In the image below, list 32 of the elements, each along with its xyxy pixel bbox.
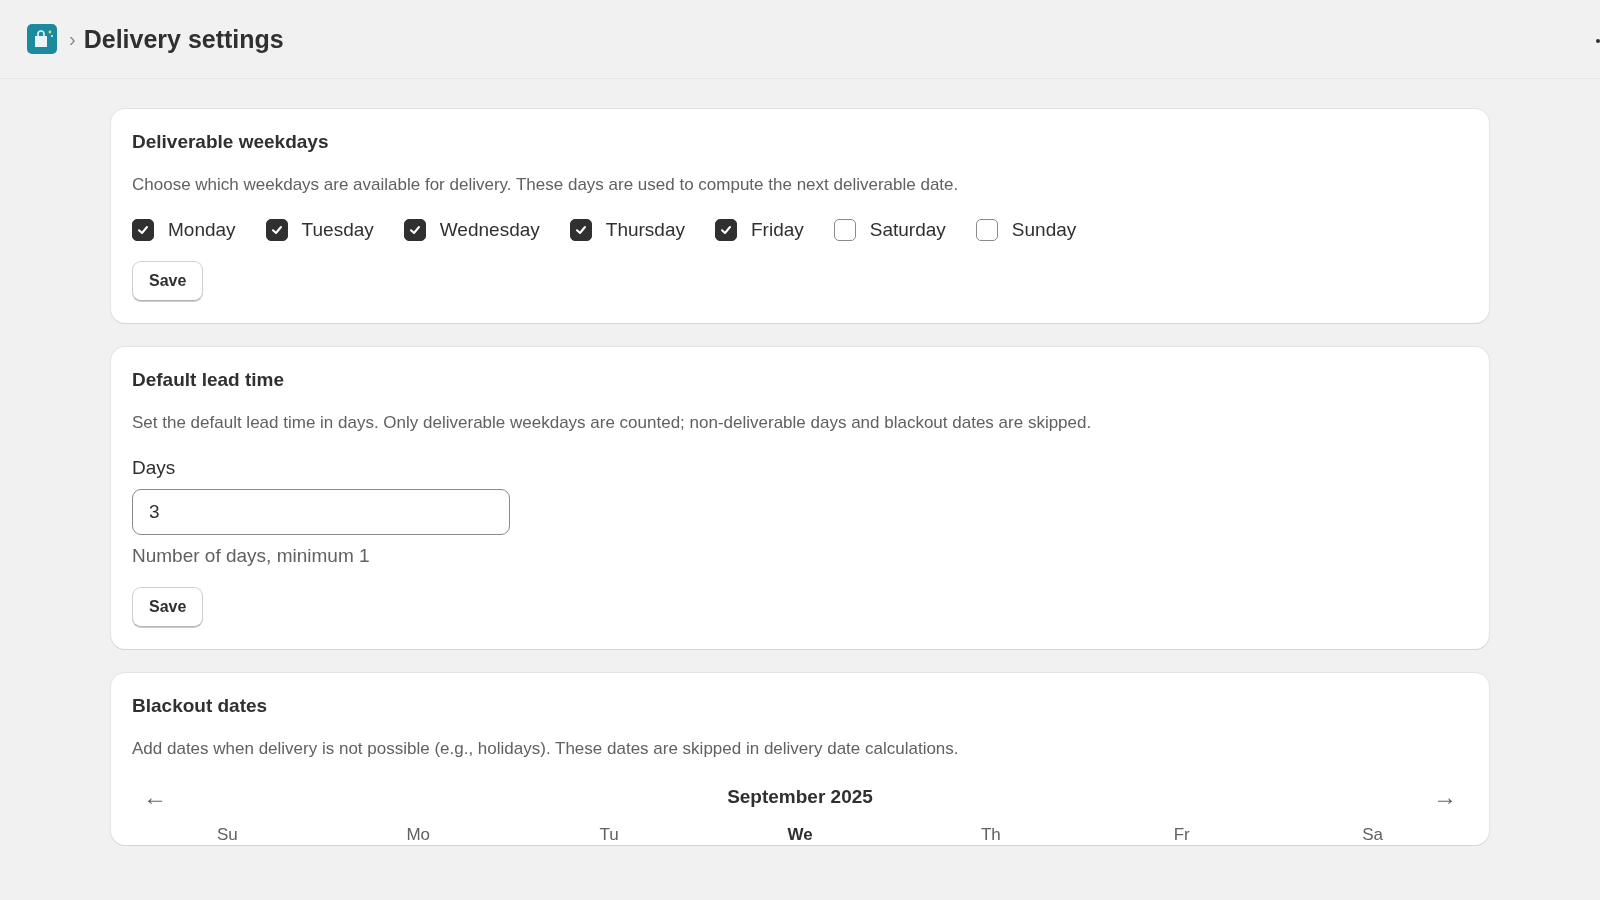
- help-text: Number of days, minimum 1: [132, 545, 371, 567]
- field-label: Days: [132, 457, 177, 479]
- weekday-checkbox[interactable]: Tuesday: [265, 219, 374, 241]
- days-input-field[interactable]: 3: [132, 489, 510, 535]
- page-title: Delivery settings: [83, 24, 284, 54]
- weekday-checkbox[interactable]: Monday: [132, 219, 236, 241]
- card-title: Default lead time: [132, 369, 286, 391]
- weekday-label: We: [786, 825, 814, 845]
- weekday-label: Sa: [1361, 825, 1384, 845]
- card-description: Set the default lead time in days. Only deliverable weekdays are counted; non-deliverable days and blackout dates are skipped.: [132, 413, 1093, 433]
- weekday-checkbox[interactable]: Sunday: [975, 219, 1077, 241]
- month-title: September 2025: [727, 786, 873, 808]
- card-title: Deliverable weekdays: [132, 131, 330, 153]
- weekday-checkbox[interactable]: Thursday: [569, 219, 685, 241]
- breadcrumb-separator: ›: [69, 27, 76, 51]
- more-icon[interactable]: [1596, 39, 1600, 43]
- card-description: Choose which weekdays are available for delivery. These days are used to compute the next deliverable date.: [132, 175, 960, 195]
- shopping-bag-icon[interactable]: [27, 24, 57, 54]
- weekday-checkbox[interactable]: Saturday: [833, 219, 946, 241]
- card-description: Add dates when delivery is not possible (e.g., holidays). These dates are skipped in delivery date calculations.: [132, 739, 960, 759]
- weekday-label: Su: [216, 825, 239, 845]
- save-button[interactable]: Save: [132, 587, 204, 627]
- card-title: Blackout dates: [132, 695, 269, 717]
- weekday-label: Tu: [598, 825, 620, 845]
- weekday-label: Th: [979, 825, 1002, 845]
- previous-month-button[interactable]: ←: [137, 783, 173, 811]
- next-month-button[interactable]: →: [1427, 783, 1463, 811]
- save-button[interactable]: Save: [132, 261, 204, 301]
- weekday-label: Mo: [405, 825, 432, 845]
- weekday-label: Fr: [1172, 825, 1191, 845]
- weekday-checkbox[interactable]: Friday: [715, 219, 804, 241]
- weekday-checkbox[interactable]: Wednesday: [403, 219, 540, 241]
